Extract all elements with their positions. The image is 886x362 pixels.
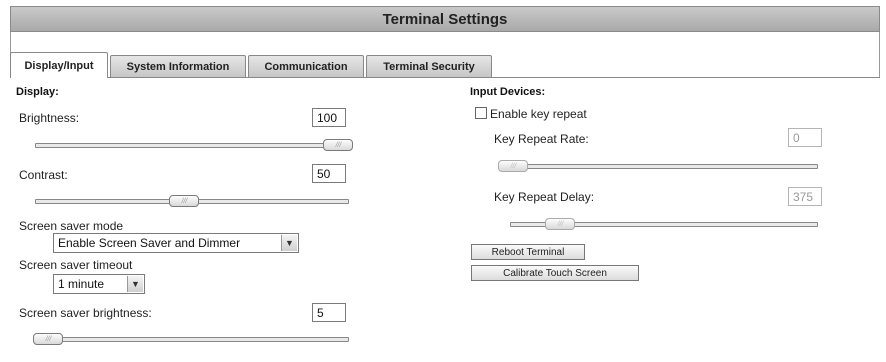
calibrate-touch-screen-button[interactable]: Calibrate Touch Screen xyxy=(471,265,639,281)
grip-icon: / / / xyxy=(557,220,564,228)
key-repeat-rate-input[interactable] xyxy=(788,128,822,147)
brightness-input[interactable] xyxy=(312,108,346,127)
key-repeat-delay-label: Key Repeat Delay: xyxy=(494,190,595,204)
grip-icon: / / / xyxy=(45,335,52,343)
contrast-input[interactable] xyxy=(312,164,346,183)
grip-icon: / / / xyxy=(181,197,188,205)
display-input-panel: Display: Brightness: / / / Contrast: / /… xyxy=(10,78,880,362)
chevron-down-icon[interactable]: ▼ xyxy=(281,235,297,251)
brightness-label: Brightness: xyxy=(19,111,80,125)
display-heading: Display: xyxy=(16,86,59,98)
screen-saver-timeout-label: Screen saver timeout xyxy=(19,258,133,272)
key-repeat-rate-slider-thumb[interactable]: / / / xyxy=(498,160,528,172)
key-repeat-delay-slider-thumb[interactable]: / / / xyxy=(545,218,575,230)
screen-saver-mode-select[interactable]: Enable Screen Saver and Dimmer ▼ xyxy=(53,233,299,253)
screen-saver-timeout-select[interactable]: 1 minute ▼ xyxy=(53,274,145,294)
screen-saver-mode-label: Screen saver mode xyxy=(19,219,124,233)
grip-icon: / / / xyxy=(335,141,342,149)
screen-saver-timeout-value: 1 minute xyxy=(58,277,105,291)
tab-label: Communication xyxy=(264,60,348,73)
tab-label: System Information xyxy=(126,60,230,73)
tab-label: Terminal Security xyxy=(383,60,475,73)
window-title: Terminal Settings xyxy=(382,10,508,28)
key-repeat-delay-input[interactable] xyxy=(788,187,822,206)
screen-saver-mode-value: Enable Screen Saver and Dimmer xyxy=(58,236,241,250)
screen-saver-brightness-slider-track[interactable] xyxy=(35,337,349,342)
tab-terminal-security[interactable]: Terminal Security xyxy=(366,55,492,77)
reboot-terminal-button[interactable]: Reboot Terminal xyxy=(471,244,585,260)
key-repeat-rate-label: Key Repeat Rate: xyxy=(494,132,589,146)
tab-display-input[interactable]: Display/Input xyxy=(10,52,108,78)
contrast-label: Contrast: xyxy=(19,168,68,182)
grip-icon: / / / xyxy=(510,162,517,170)
key-repeat-label: Enable key repeat xyxy=(490,107,587,121)
screen-saver-brightness-slider-thumb[interactable]: / / / xyxy=(33,333,63,345)
key-repeat-checkbox[interactable] xyxy=(475,107,487,119)
tab-system-information[interactable]: System Information xyxy=(110,55,246,77)
tab-label: Display/Input xyxy=(24,59,94,72)
input-devices-heading: Input Devices: xyxy=(470,86,546,98)
screen-saver-brightness-input[interactable] xyxy=(312,303,346,322)
window-title-bar: Terminal Settings xyxy=(10,6,880,32)
brightness-slider-thumb[interactable]: / / / xyxy=(323,139,353,151)
tab-communication[interactable]: Communication xyxy=(248,55,364,77)
chevron-down-icon[interactable]: ▼ xyxy=(127,276,143,292)
contrast-slider-thumb[interactable]: / / / xyxy=(169,195,199,207)
key-repeat-rate-slider-track[interactable] xyxy=(500,164,818,169)
screen-saver-brightness-label: Screen saver brightness: xyxy=(19,306,152,320)
brightness-slider-track[interactable] xyxy=(35,143,349,148)
